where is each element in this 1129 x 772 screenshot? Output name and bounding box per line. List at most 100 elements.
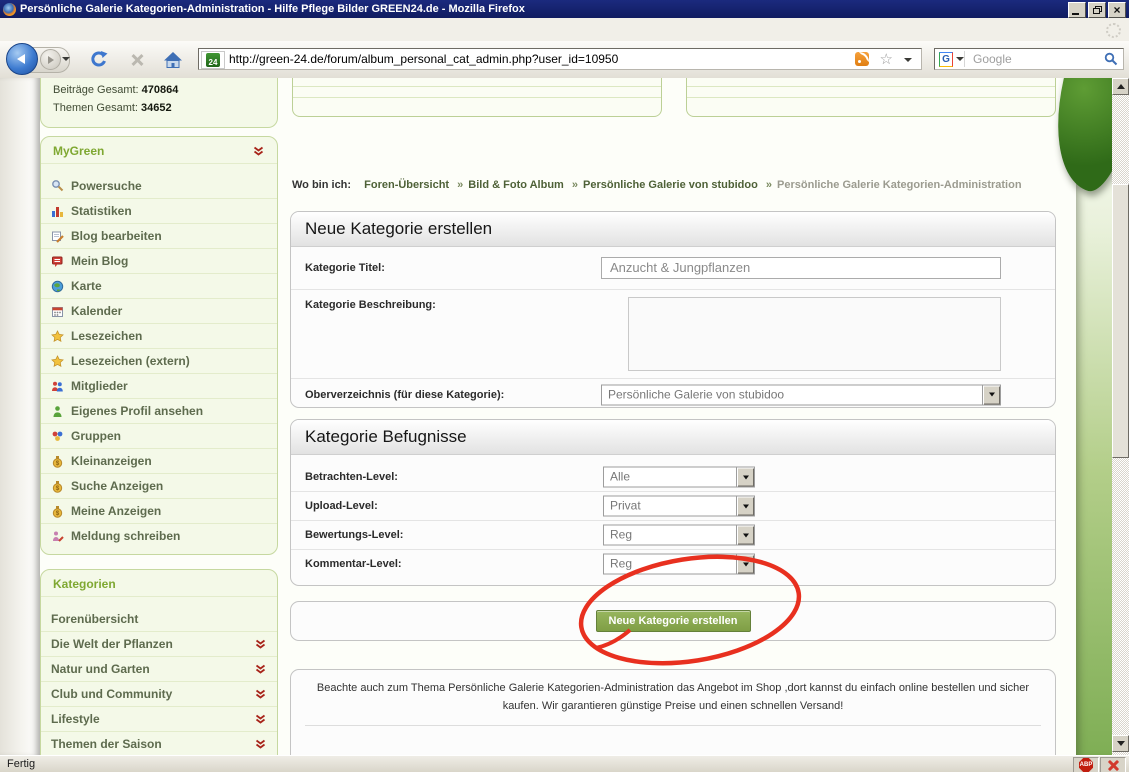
forward-button[interactable] — [40, 49, 61, 70]
refresh-button[interactable] — [88, 49, 110, 71]
category-nav-item[interactable]: Themen der Saison — [41, 731, 277, 755]
kategorien-header: Kategorien — [41, 570, 277, 597]
vertical-scrollbar[interactable] — [1112, 78, 1129, 755]
search-magnifier-icon[interactable] — [1104, 52, 1118, 71]
permission-select[interactable]: Reg — [603, 554, 755, 575]
breadcrumb-link[interactable]: Bild & Foto Album — [468, 179, 564, 191]
parent-directory-select[interactable]: Persönliche Galerie von stubidoo — [601, 384, 1001, 405]
breadcrumb-link[interactable]: Foren-Übersicht — [364, 179, 449, 191]
breadcrumb: Wo bin ich: Foren-Übersicht »Bild & Foto… — [292, 179, 1056, 191]
category-nav-item[interactable]: Forenübersicht — [41, 606, 277, 631]
star-icon — [51, 355, 64, 368]
permission-row: Betrachten-Level: Alle — [291, 463, 1055, 491]
category-description-textarea[interactable] — [628, 297, 1001, 371]
category-nav-item[interactable]: Lifestyle — [41, 706, 277, 731]
titlebar: Persönliche Galerie Kategorien-Administr… — [0, 0, 1129, 18]
groups-icon — [51, 430, 64, 443]
close-button[interactable]: × — [1108, 2, 1126, 18]
report-icon — [51, 530, 64, 543]
quicklink[interactable] — [293, 78, 661, 86]
url-text[interactable]: http://green-24.de/forum/album_personal_… — [229, 49, 618, 69]
quicklink[interactable] — [687, 86, 1055, 97]
create-category-button[interactable]: Neue Kategorie erstellen — [596, 610, 751, 632]
moneybag-icon — [51, 505, 64, 518]
submit-panel: Neue Kategorie erstellen — [290, 601, 1056, 641]
category-description-label: Kategorie Beschreibung: — [305, 299, 436, 311]
sidebar-item[interactable]: Meine Anzeigen — [41, 498, 277, 523]
chevron-double-down-icon — [254, 689, 267, 699]
category-nav-item[interactable]: Club und Community — [41, 681, 277, 706]
category-nav-item[interactable]: Natur und Garten — [41, 656, 277, 681]
adblock-plus-cell[interactable]: ABP — [1073, 757, 1099, 772]
calendar-icon — [51, 305, 64, 318]
red-x-icon[interactable] — [1107, 759, 1120, 772]
breadcrumb-current: Persönliche Galerie Kategorien-Administr… — [777, 179, 1022, 191]
search-engine-caret-icon[interactable] — [956, 57, 964, 61]
permission-select[interactable]: Alle — [603, 467, 755, 488]
restore-button[interactable] — [1088, 2, 1106, 18]
mygreen-header[interactable]: MyGreen — [41, 137, 277, 164]
mygreen-box: MyGreen Powersuche Statistiken Blog be — [40, 136, 278, 555]
star-icon — [51, 330, 64, 343]
quicklink[interactable] — [687, 78, 1055, 86]
browser-window: Persönliche Galerie Kategorien-Administr… — [0, 0, 1129, 772]
category-title-label: Kategorie Titel: — [305, 262, 385, 274]
navigation-toolbar: 24 http://green-24.de/forum/album_person… — [0, 41, 1129, 79]
dropdown-arrow-icon[interactable] — [736, 526, 754, 545]
throbber-icon — [1106, 23, 1121, 38]
sidebar-item[interactable]: Eigenes Profil ansehen — [41, 398, 277, 423]
main-content: Wo bin ich: Foren-Übersicht »Bild & Foto… — [290, 78, 1056, 755]
sidebar-item[interactable]: Lesezeichen (extern) — [41, 348, 277, 373]
dropdown-arrow-icon[interactable] — [736, 497, 754, 516]
menubar — [0, 18, 1129, 42]
permission-select[interactable]: Reg — [603, 525, 755, 546]
moneybag-icon — [51, 455, 64, 468]
sidebar-item[interactable]: Powersuche — [41, 173, 277, 198]
sidebar-item[interactable]: Suche Anzeigen — [41, 473, 277, 498]
scroll-down-button[interactable] — [1112, 735, 1129, 752]
statusbar: Fertig ABP — [0, 755, 1129, 772]
scroll-up-button[interactable] — [1112, 78, 1129, 95]
search-input[interactable]: Google — [973, 49, 1012, 69]
sidebar-item[interactable]: Meldung schreiben — [41, 523, 277, 548]
sidebar-item[interactable]: Mitglieder — [41, 373, 277, 398]
sidebar-item[interactable]: Gruppen — [41, 423, 277, 448]
sidebar-item[interactable]: Statistiken — [41, 198, 277, 223]
url-dropdown-caret-icon[interactable] — [904, 58, 912, 62]
back-history-caret-icon[interactable] — [62, 57, 70, 61]
chevron-double-down-icon — [254, 664, 267, 674]
minimize-button[interactable] — [1068, 2, 1086, 18]
quicklink[interactable] — [293, 97, 661, 108]
search-bar[interactable]: G Google — [934, 48, 1124, 70]
panel-title: Kategorie Befugnisse — [291, 420, 1055, 455]
sidebar-item[interactable]: Mein Blog — [41, 248, 277, 273]
bookmark-star-icon[interactable]: ☆ — [880, 50, 893, 68]
category-title-input[interactable]: Anzucht & Jungpflanzen — [601, 257, 1001, 279]
home-button[interactable] — [162, 49, 184, 71]
dropdown-arrow-icon[interactable] — [982, 385, 1000, 404]
quicklink[interactable] — [293, 86, 661, 97]
chevron-double-down-icon — [254, 714, 267, 724]
dropdown-arrow-icon[interactable] — [736, 468, 754, 487]
sidebar-item[interactable]: Karte — [41, 273, 277, 298]
permission-row: Kommentar-Level: Reg — [291, 549, 1055, 578]
sidebar-item[interactable]: Kalender — [41, 298, 277, 323]
back-button[interactable] — [6, 43, 38, 75]
breadcrumb-link[interactable]: Persönliche Galerie von stubidoo — [583, 179, 758, 191]
sidebar-item[interactable]: Blog bearbeiten — [41, 223, 277, 248]
forum-stats-box: Beiträge Gesamt: 470864 Themen Gesamt: 3… — [40, 78, 278, 128]
url-bar[interactable]: 24 http://green-24.de/forum/album_person… — [198, 48, 922, 70]
search-engine-selector[interactable]: G — [937, 51, 965, 67]
adblock-plus-icon[interactable]: ABP — [1079, 758, 1093, 772]
sidebar-item[interactable]: Kleinanzeigen — [41, 448, 277, 473]
permission-select[interactable]: Privat — [603, 496, 755, 517]
rss-feed-icon[interactable] — [855, 52, 869, 66]
dropdown-arrow-icon[interactable] — [736, 555, 754, 574]
element-hider-cell[interactable] — [1100, 757, 1126, 772]
scrollbar-thumb[interactable] — [1112, 184, 1129, 458]
category-nav-item[interactable]: Die Welt der Pflanzen — [41, 631, 277, 656]
sidebar-item[interactable]: Lesezeichen — [41, 323, 277, 348]
stop-button[interactable] — [126, 49, 148, 71]
quicklink[interactable] — [687, 97, 1055, 108]
page-viewport: Beiträge Gesamt: 470864 Themen Gesamt: 3… — [0, 78, 1129, 755]
